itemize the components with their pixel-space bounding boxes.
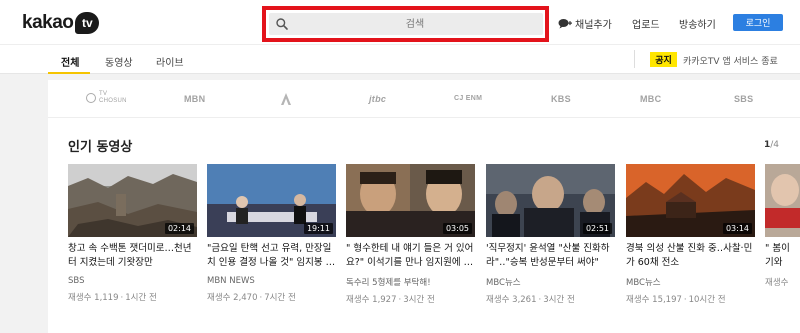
search-icon[interactable] (275, 17, 289, 31)
duration-badge: 03:14 (722, 223, 752, 234)
search-box[interactable] (269, 13, 543, 35)
video-title[interactable]: "금요일 탄핵 선고 유력, 만장일치 인용 결정 나올 것" 임지봉 … (207, 242, 336, 270)
view-count: 재생수 (765, 278, 789, 288)
tab-all[interactable]: 전체 (61, 54, 79, 69)
logo-text: kakao (22, 12, 74, 33)
view-count: 재생수 3,261 (486, 295, 537, 305)
video-thumbnail[interactable]: 03:05 (346, 164, 475, 237)
broadcaster-tvchosun[interactable]: TV CHOSUN (86, 91, 127, 105)
tvchosun-bottom: CHOSUN (99, 98, 127, 104)
video-title[interactable]: " 형수한테 내 얘기 들은 거 있어요?" 이석기를 만나 임지원에 … (346, 242, 475, 270)
video-card[interactable]: " 봄이 기와 김… 재생수 (765, 164, 800, 288)
kakao-tv-logo[interactable]: kakao tv (22, 11, 100, 35)
video-meta: 재생수 (765, 276, 800, 288)
notice-badge: 공지 (650, 52, 677, 67)
duration-badge: 19:11 (303, 223, 333, 234)
divider (634, 50, 635, 68)
broadcaster-mbn[interactable]: MBN (184, 94, 205, 104)
video-title[interactable]: '직무정지' 윤석열 "산불 진화하라"‥"승복 반성문부터 써야" (486, 242, 615, 270)
video-thumbnail[interactable]: 19:11 (207, 164, 336, 237)
broadcaster-jtbc[interactable]: jtbc (369, 94, 386, 104)
tab-live[interactable]: 라이브 (156, 54, 184, 69)
broadcaster-kbs[interactable]: KBS (551, 94, 571, 104)
view-count: 재생수 15,197 (626, 295, 682, 305)
video-card[interactable]: 19:11 "금요일 탄핵 선고 유력, 만장일치 인용 결정 나올 것" 임지… (207, 164, 336, 303)
video-card[interactable]: 03:05 " 형수한테 내 얘기 들은 거 있어요?" 이석기를 만나 임지원… (346, 164, 475, 305)
upload-link[interactable]: 업로드 (632, 16, 660, 31)
channel-add-button[interactable]: 채널추가 (558, 16, 612, 31)
search-input[interactable] (295, 13, 535, 35)
broadcaster-mbc[interactable]: MBC (640, 94, 661, 104)
video-channel[interactable]: SBS (68, 276, 197, 286)
broadcaster-bar: TV CHOSUN MBN jtbc CJ ENM KBS MBC SBS (48, 80, 800, 118)
logo-badge: tv (75, 12, 100, 34)
tvchosun-logo-icon (86, 93, 96, 103)
upload-time: 7시간 전 (264, 293, 296, 303)
tab-videos[interactable]: 동영상 (105, 54, 133, 69)
video-meta: 재생수 1,927 · 3시간 전 (346, 295, 435, 305)
login-button[interactable]: 로그인 (733, 14, 783, 31)
video-card[interactable]: 02:14 창고 속 수백톤 잿더미로…천년 터 지켰는데 기왓장만 SBS 재… (68, 164, 197, 303)
broadcast-link[interactable]: 방송하기 (679, 16, 716, 31)
video-meta: 재생수 2,470 · 7시간 전 (207, 293, 296, 303)
active-tab-indicator (48, 72, 90, 74)
video-channel[interactable]: 독수리 5형제를 부탁해! (346, 276, 475, 288)
upload-time: 3시간 전 (403, 295, 435, 305)
video-card[interactable]: 02:51 '직무정지' 윤석열 "산불 진화하라"‥"승복 반성문부터 써야"… (486, 164, 615, 305)
upload-time: 3시간 전 (543, 295, 575, 305)
video-channel[interactable]: MBN NEWS (207, 276, 336, 286)
section-title: 인기 동영상 (68, 140, 133, 155)
upload-time: 1시간 전 (125, 293, 157, 303)
view-count: 재생수 2,470 (207, 293, 258, 303)
main-content: TV CHOSUN MBN jtbc CJ ENM KBS MBC SBS 인기… (48, 80, 800, 333)
video-channel[interactable]: MBC뉴스 (626, 276, 755, 288)
video-title[interactable]: " 봄이 기와 김… (765, 242, 800, 270)
video-thumbnail[interactable]: 03:14 (626, 164, 755, 237)
duration-badge: 02:14 (164, 223, 194, 234)
pager: 1/4 (764, 140, 779, 150)
duration-badge: 02:51 (582, 223, 612, 234)
tabs-bar: 전체 동영상 라이브 공지 카카오TV 앱 서비스 종료 (0, 44, 800, 74)
tvchosun-top: TV (99, 91, 108, 97)
thumbnail-image (765, 164, 800, 237)
video-title[interactable]: 경북 의성 산불 진화 중‥사찰·민가 60채 전소 (626, 242, 755, 270)
broadcaster-sbs[interactable]: SBS (734, 94, 753, 104)
video-card[interactable]: 03:14 경북 의성 산불 진화 중‥사찰·민가 60채 전소 MBC뉴스 재… (626, 164, 755, 305)
chat-plus-icon (558, 19, 572, 29)
view-count: 재생수 1,927 (346, 295, 397, 305)
video-thumbnail[interactable] (765, 164, 800, 237)
header: kakao tv 채널추가 업로드 방송하기 로그인 (0, 0, 800, 44)
video-title[interactable]: 창고 속 수백톤 잿더미로…천년 터 지켰는데 기왓장만 (68, 242, 197, 270)
video-meta: 재생수 1,119 · 1시간 전 (68, 293, 157, 303)
video-channel[interactable]: MBC뉴스 (486, 276, 615, 288)
video-thumbnail[interactable]: 02:51 (486, 164, 615, 237)
video-meta: 재생수 3,261 · 3시간 전 (486, 295, 575, 305)
view-count: 재생수 1,119 (68, 293, 119, 303)
video-meta: 재생수 15,197 · 10시간 전 (626, 295, 726, 305)
broadcaster-cjenm[interactable]: CJ ENM (454, 95, 482, 102)
notice-link[interactable]: 카카오TV 앱 서비스 종료 (683, 54, 778, 67)
duration-badge: 03:05 (442, 223, 472, 234)
broadcaster-a-logo-icon[interactable] (280, 92, 292, 106)
channel-add-label: 채널추가 (575, 20, 612, 31)
video-thumbnail[interactable]: 02:14 (68, 164, 197, 237)
pager-total: /4 (770, 140, 780, 150)
upload-time: 10시간 전 (688, 295, 726, 305)
